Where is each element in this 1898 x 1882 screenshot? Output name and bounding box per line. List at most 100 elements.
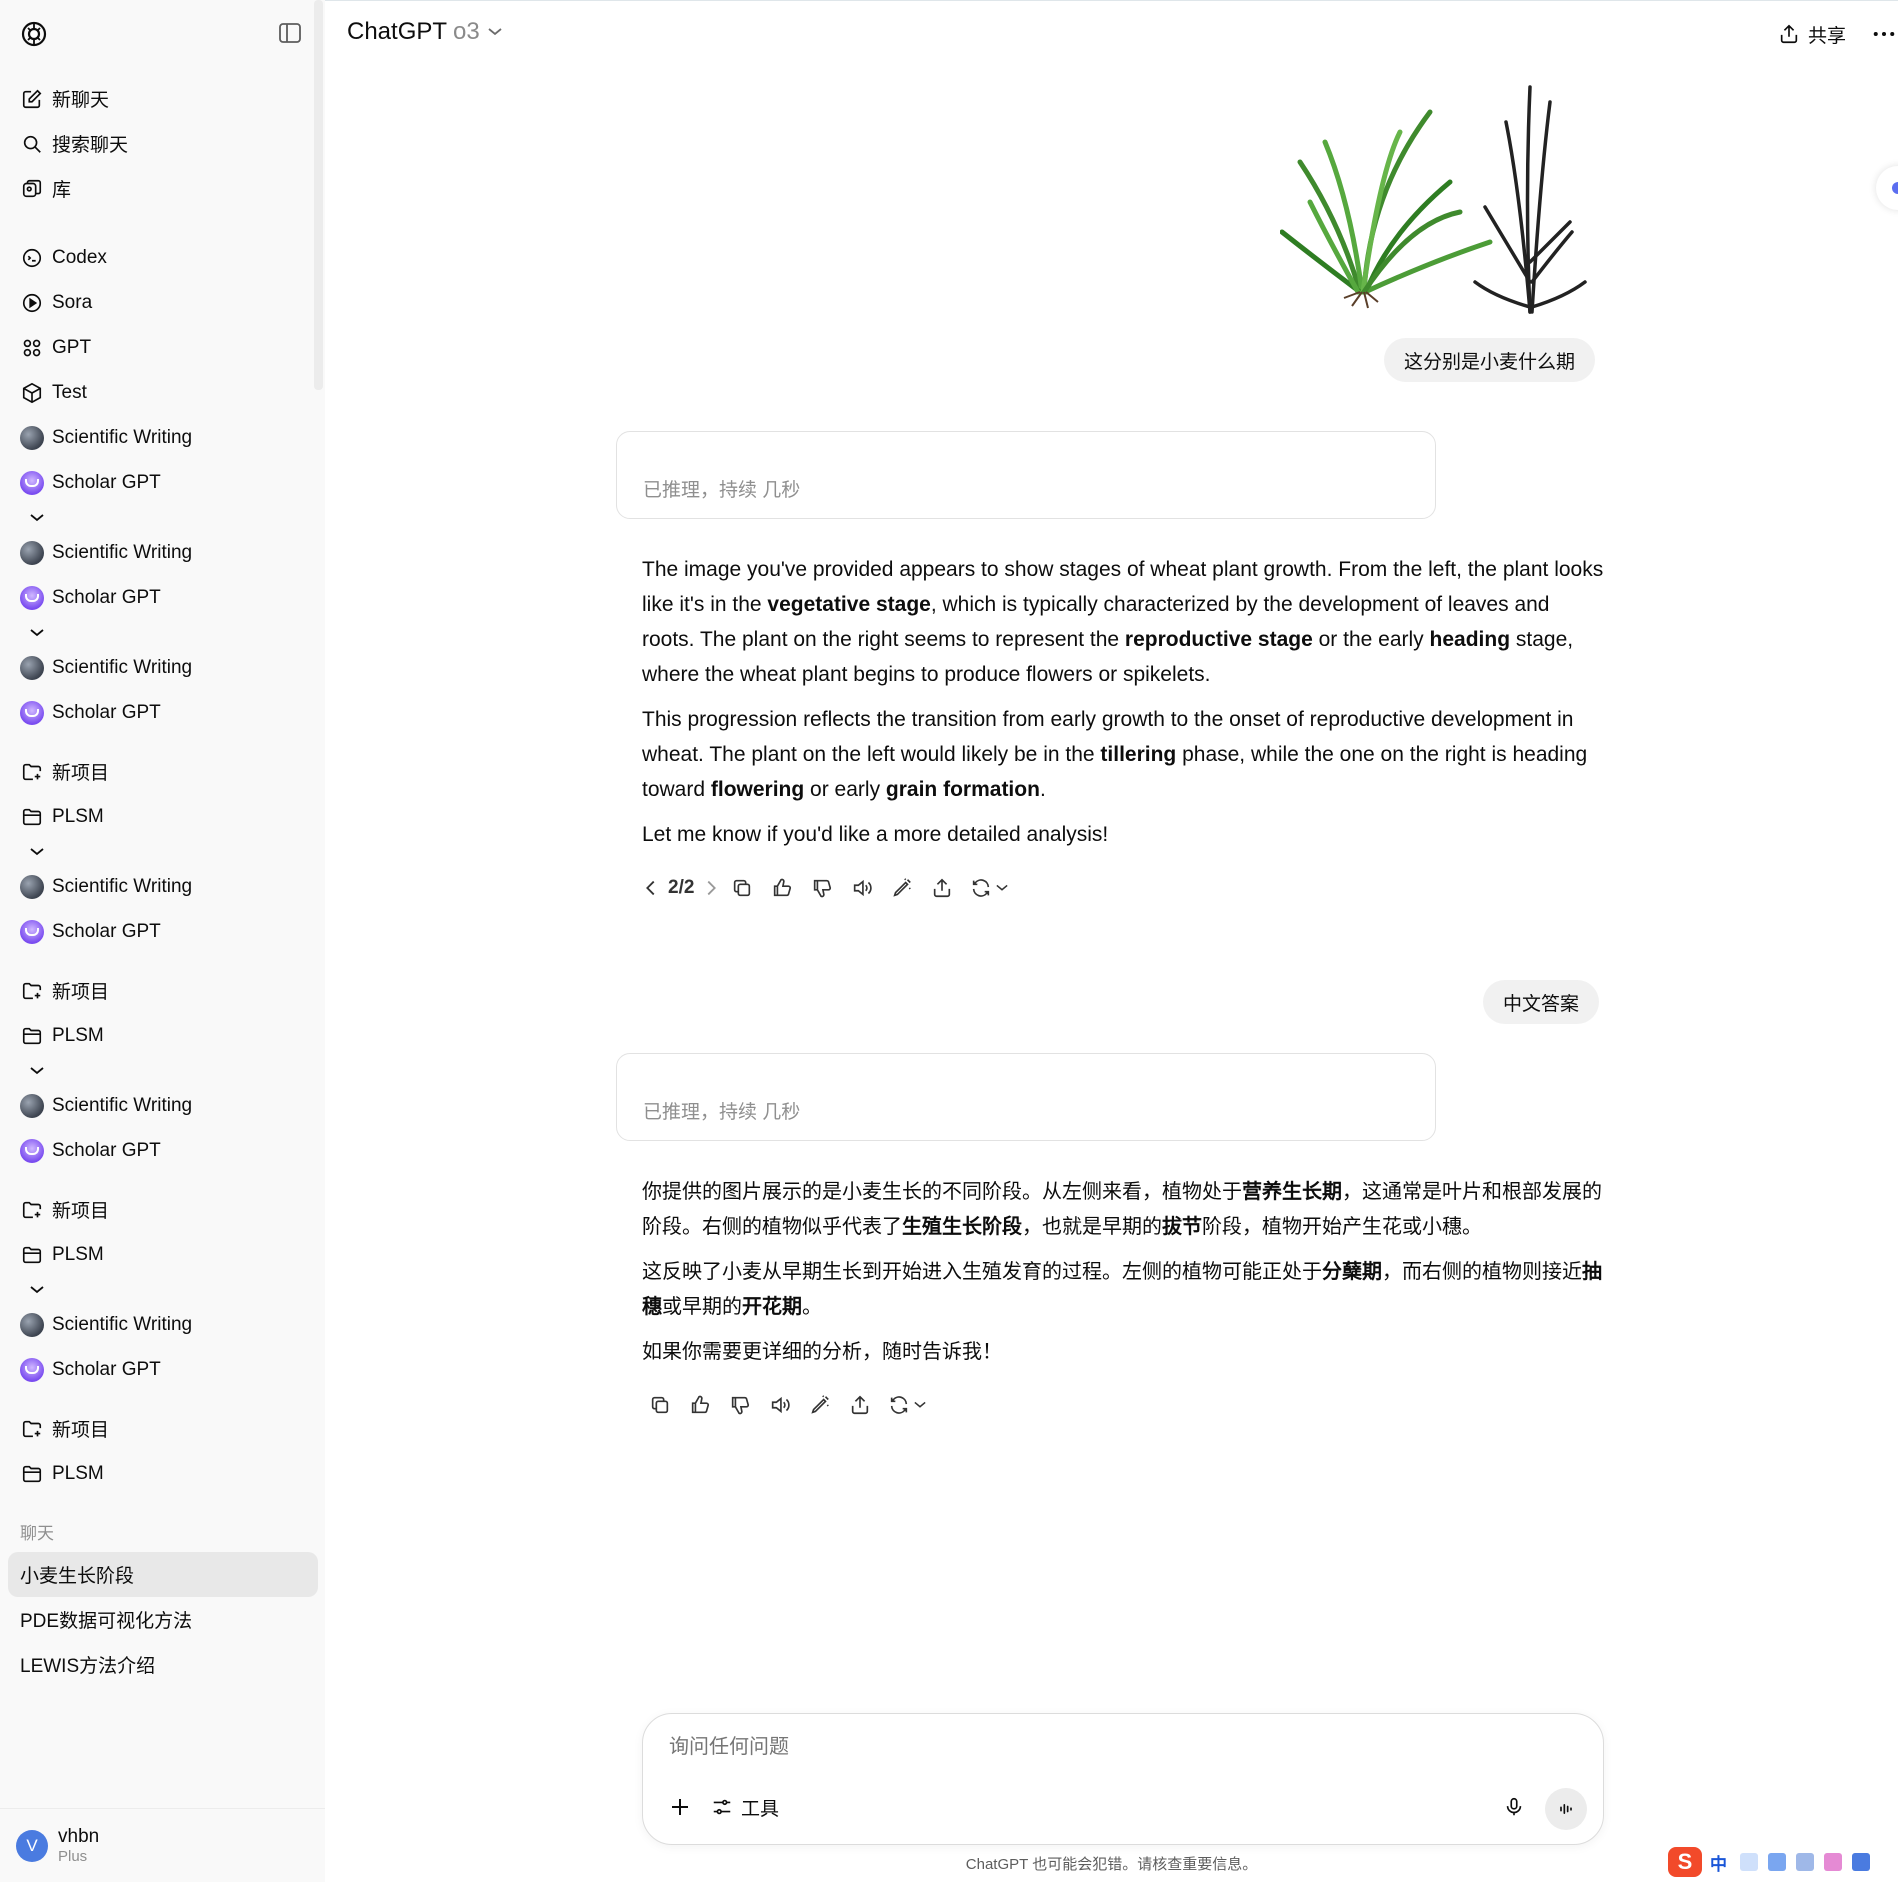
sidebar-item-new-chat[interactable]: 新聊天: [8, 76, 318, 121]
sidebar-item-scholar-gpt[interactable]: Scholar GPT: [8, 460, 318, 505]
sidebar-item-plsm[interactable]: PLSM: [8, 1232, 318, 1277]
sidebar-item-scientific-writing[interactable]: Scientific Writing: [8, 415, 318, 460]
more-options-icon[interactable]: [1870, 20, 1898, 48]
sidebar-item-label: Scholar GPT: [52, 920, 161, 942]
share-icon[interactable]: [922, 872, 962, 904]
sidebar-item-scholar-gpt[interactable]: Scholar GPT: [8, 909, 318, 954]
keyboard-icon[interactable]: [1796, 1853, 1814, 1871]
scientific-writing-avatar-icon: [20, 1093, 44, 1118]
collapse-toggle[interactable]: [8, 505, 318, 530]
scientific-writing-avatar-icon: [20, 655, 44, 680]
thumbs-up-icon[interactable]: [762, 872, 802, 904]
answer-paragraph: 你提供的图片展示的是小麦生长的不同阶段。从左侧来看，植物处于营养生长期，这通常是…: [642, 1181, 1602, 1238]
sidebar-item-label: 搜索聊天: [52, 135, 129, 156]
collapse-toggle[interactable]: [8, 1058, 318, 1083]
read-aloud-icon[interactable]: [842, 872, 882, 904]
sidebar-item-sora[interactable]: Sora: [8, 280, 318, 325]
sidebar-item-scientific-writing[interactable]: Scientific Writing: [8, 530, 318, 575]
model-selector[interactable]: ChatGPT o3: [347, 18, 502, 46]
sidebar-nav: 新聊天 搜索聊天 库 Codex Sora GPT Test Scientifi…: [8, 76, 318, 1687]
grid-icon: [20, 336, 44, 360]
play-circle-icon: [20, 291, 44, 315]
sidebar-toggle-icon[interactable]: [278, 22, 302, 44]
tools-button[interactable]: 工具: [711, 1790, 779, 1824]
folder-icon: [20, 1243, 44, 1267]
voice-mode-button[interactable]: [1545, 1788, 1587, 1830]
sidebar-item-new-project[interactable]: 新项目: [8, 1187, 318, 1232]
sidebar-item-plsm[interactable]: PLSM: [8, 1013, 318, 1058]
read-aloud-icon[interactable]: [760, 1389, 800, 1421]
prev-version-icon[interactable]: [640, 872, 662, 904]
user-name: vhbn: [58, 1826, 100, 1847]
sidebar-item-new-project[interactable]: 新项目: [8, 1406, 318, 1451]
edit-canvas-icon[interactable]: [800, 1389, 840, 1421]
cube-icon: [20, 381, 44, 405]
copy-icon[interactable]: [640, 1389, 680, 1421]
share-icon[interactable]: [840, 1389, 880, 1421]
codex-icon: [20, 246, 44, 270]
sidebar-item-plsm[interactable]: PLSM: [8, 794, 318, 839]
chat-item-active[interactable]: 小麦生长阶段: [8, 1552, 318, 1597]
sidebar-item-label: PLSM: [52, 1243, 104, 1265]
punctuation-icon[interactable]: [1740, 1853, 1758, 1871]
scientific-writing-avatar-icon: [20, 540, 44, 565]
scholar-gpt-avatar-icon: [20, 700, 44, 725]
thumbs-down-icon[interactable]: [720, 1389, 760, 1421]
attach-plus-icon[interactable]: [663, 1790, 697, 1824]
ime-toolbar[interactable]: S 中: [1668, 1846, 1875, 1878]
sidebar-item-scholar-gpt[interactable]: Scholar GPT: [8, 575, 318, 620]
sidebar-item-scholar-gpt[interactable]: Scholar GPT: [8, 1128, 318, 1173]
sidebar-item-label: PLSM: [52, 1024, 104, 1046]
share-button[interactable]: 共享: [1778, 18, 1846, 50]
sidebar-item-scientific-writing[interactable]: Scientific Writing: [8, 1083, 318, 1128]
sidebar-item-scholar-gpt[interactable]: Scholar GPT: [8, 1347, 318, 1392]
regenerate-icon[interactable]: [880, 1389, 934, 1421]
sidebar-item-new-project[interactable]: 新项目: [8, 968, 318, 1013]
sidebar-item-scientific-writing[interactable]: Scientific Writing: [8, 1302, 318, 1347]
toolbox-icon[interactable]: [1852, 1853, 1870, 1871]
search-icon: [20, 132, 44, 156]
sidebar-item-scientific-writing[interactable]: Scientific Writing: [8, 864, 318, 909]
chats-section-label: 聊天: [20, 1523, 54, 1543]
collapse-toggle[interactable]: [8, 1277, 318, 1302]
skin-icon[interactable]: [1824, 1853, 1842, 1871]
reasoning-summary[interactable]: 已推理，持续 几秒: [616, 431, 1436, 519]
sidebar-item-label: Scientific Writing: [52, 1313, 193, 1335]
sogou-logo-icon: S: [1668, 1847, 1702, 1877]
sidebar-item-scholar-gpt[interactable]: Scholar GPT: [8, 690, 318, 735]
collapse-toggle[interactable]: [8, 839, 318, 864]
assistant-answer: The image you've provided appears to sho…: [642, 552, 1607, 862]
sidebar-item-label: Scholar GPT: [52, 701, 161, 723]
thumbs-down-icon[interactable]: [802, 872, 842, 904]
microphone-icon[interactable]: [1497, 1790, 1531, 1824]
sidebar-item-label: Scientific Writing: [52, 541, 193, 563]
sidebar-item-codex[interactable]: Codex: [8, 235, 318, 280]
microphone-icon[interactable]: [1768, 1853, 1786, 1871]
sidebar-item-new-project[interactable]: 新项目: [8, 749, 318, 794]
sidebar-item-search-chats[interactable]: 搜索聊天: [8, 121, 318, 166]
sidebar-item-plsm[interactable]: PLSM: [8, 1451, 318, 1496]
sidebar-item-label: Scientific Writing: [52, 875, 193, 897]
sidebar-item-gpt[interactable]: GPT: [8, 325, 318, 370]
next-version-icon[interactable]: [700, 872, 722, 904]
sidebar-item-test[interactable]: Test: [8, 370, 318, 415]
sidebar-item-library[interactable]: 库: [8, 166, 318, 211]
sidebar-item-label: Scholar GPT: [52, 586, 161, 608]
thumbs-up-icon[interactable]: [680, 1389, 720, 1421]
sidebar-item-label: Scholar GPT: [52, 1358, 161, 1380]
sidebar-item-scientific-writing[interactable]: Scientific Writing: [8, 645, 318, 690]
scientific-writing-avatar-icon: [20, 425, 44, 450]
message-input[interactable]: [669, 1736, 1569, 1759]
collapse-toggle[interactable]: [8, 620, 318, 645]
folder-plus-icon: [20, 760, 44, 784]
copy-icon[interactable]: [722, 872, 762, 904]
library-icon: [20, 177, 44, 201]
chat-item[interactable]: LEWIS方法介绍: [8, 1642, 318, 1687]
openai-logo-icon[interactable]: [18, 18, 50, 50]
reasoning-summary[interactable]: 已推理，持续 几秒: [616, 1053, 1436, 1141]
uploaded-wheat-image[interactable]: [1279, 82, 1590, 322]
floating-assistant-button[interactable]: [1876, 166, 1898, 210]
regenerate-icon[interactable]: [962, 872, 1016, 904]
chat-item[interactable]: PDE数据可视化方法: [8, 1597, 318, 1642]
edit-canvas-icon[interactable]: [882, 872, 922, 904]
